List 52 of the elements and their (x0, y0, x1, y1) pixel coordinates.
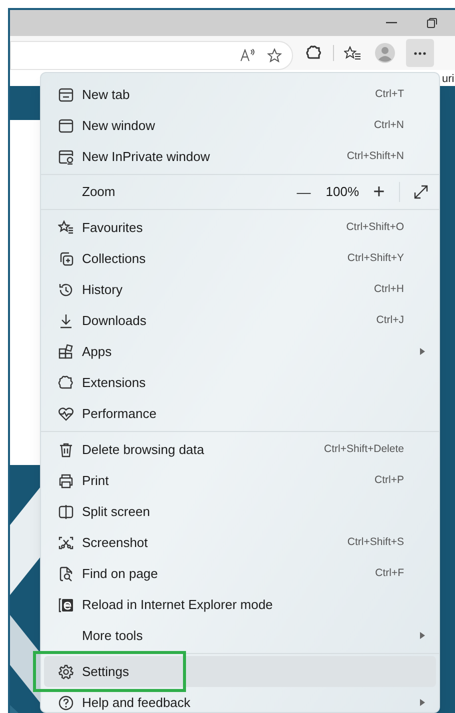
zoom-out-button[interactable]: — (292, 182, 316, 202)
puzzle-icon[interactable] (306, 45, 322, 61)
menu-item[interactable]: Reload in Internet Explorer mode (44, 589, 436, 620)
menu-item[interactable]: Collections Ctrl+Shift+Y (44, 243, 436, 274)
menu-item[interactable]: New InPrivate window Ctrl+Shift+N (44, 141, 436, 172)
menu-item[interactable]: Settings (44, 656, 436, 687)
tab-icon (58, 86, 74, 102)
gear-icon (58, 664, 74, 680)
apps-icon (58, 344, 74, 360)
menu-item[interactable]: History Ctrl+H (44, 274, 436, 305)
zoom-in-button[interactable]: + (369, 182, 389, 202)
menu-item[interactable]: Performance (44, 398, 436, 429)
minimize-icon[interactable] (386, 22, 397, 24)
window-icon (58, 118, 74, 134)
zoom-level: 100% (326, 183, 359, 202)
menu-item[interactable]: Apps (44, 336, 436, 367)
split-screen-icon (58, 504, 74, 520)
collections-icon (58, 250, 74, 266)
menu-item[interactable]: Extensions (44, 367, 436, 398)
heart-pulse-icon (58, 406, 74, 422)
ie-mode-icon (58, 596, 74, 612)
page-text: uri (442, 72, 454, 87)
full-screen-icon[interactable] (414, 185, 428, 199)
trash-icon (58, 442, 74, 458)
help-icon (58, 694, 74, 710)
more-menu-button[interactable] (406, 39, 434, 67)
menu-item[interactable]: Help and feedback (44, 687, 436, 712)
download-icon (58, 312, 74, 328)
favourites-icon[interactable] (344, 46, 361, 60)
menu-item[interactable]: Delete browsing data Ctrl+Shift+Delete (44, 434, 436, 465)
menu-item[interactable]: Print Ctrl+P (44, 465, 436, 496)
printer-icon (58, 472, 74, 488)
menu-item[interactable]: Split screen (44, 496, 436, 527)
menu-item[interactable]: Screenshot Ctrl+Shift+S (44, 527, 436, 558)
more-icon (414, 52, 426, 54)
favourites-icon (58, 220, 74, 236)
puzzle-icon (58, 374, 74, 390)
profile-icon[interactable] (375, 43, 395, 63)
star-icon[interactable] (267, 48, 282, 63)
menu-item[interactable]: New tab Ctrl+T (44, 79, 436, 110)
menu-item[interactable]: New window Ctrl+N (44, 110, 436, 141)
history-icon (58, 282, 74, 298)
menu-item[interactable]: Favourites Ctrl+Shift+O (44, 212, 436, 243)
screenshot-icon (58, 534, 74, 550)
private-window-icon (58, 148, 74, 164)
read-aloud-icon[interactable] (240, 49, 255, 62)
find-icon (58, 566, 74, 582)
menu-item[interactable]: Downloads Ctrl+J (44, 305, 436, 336)
menu-item[interactable]: More tools (44, 620, 436, 651)
menu-item[interactable]: Find on page Ctrl+F (44, 558, 436, 589)
restore-icon[interactable] (427, 18, 437, 28)
menu-item-label: Zoom (82, 183, 116, 202)
